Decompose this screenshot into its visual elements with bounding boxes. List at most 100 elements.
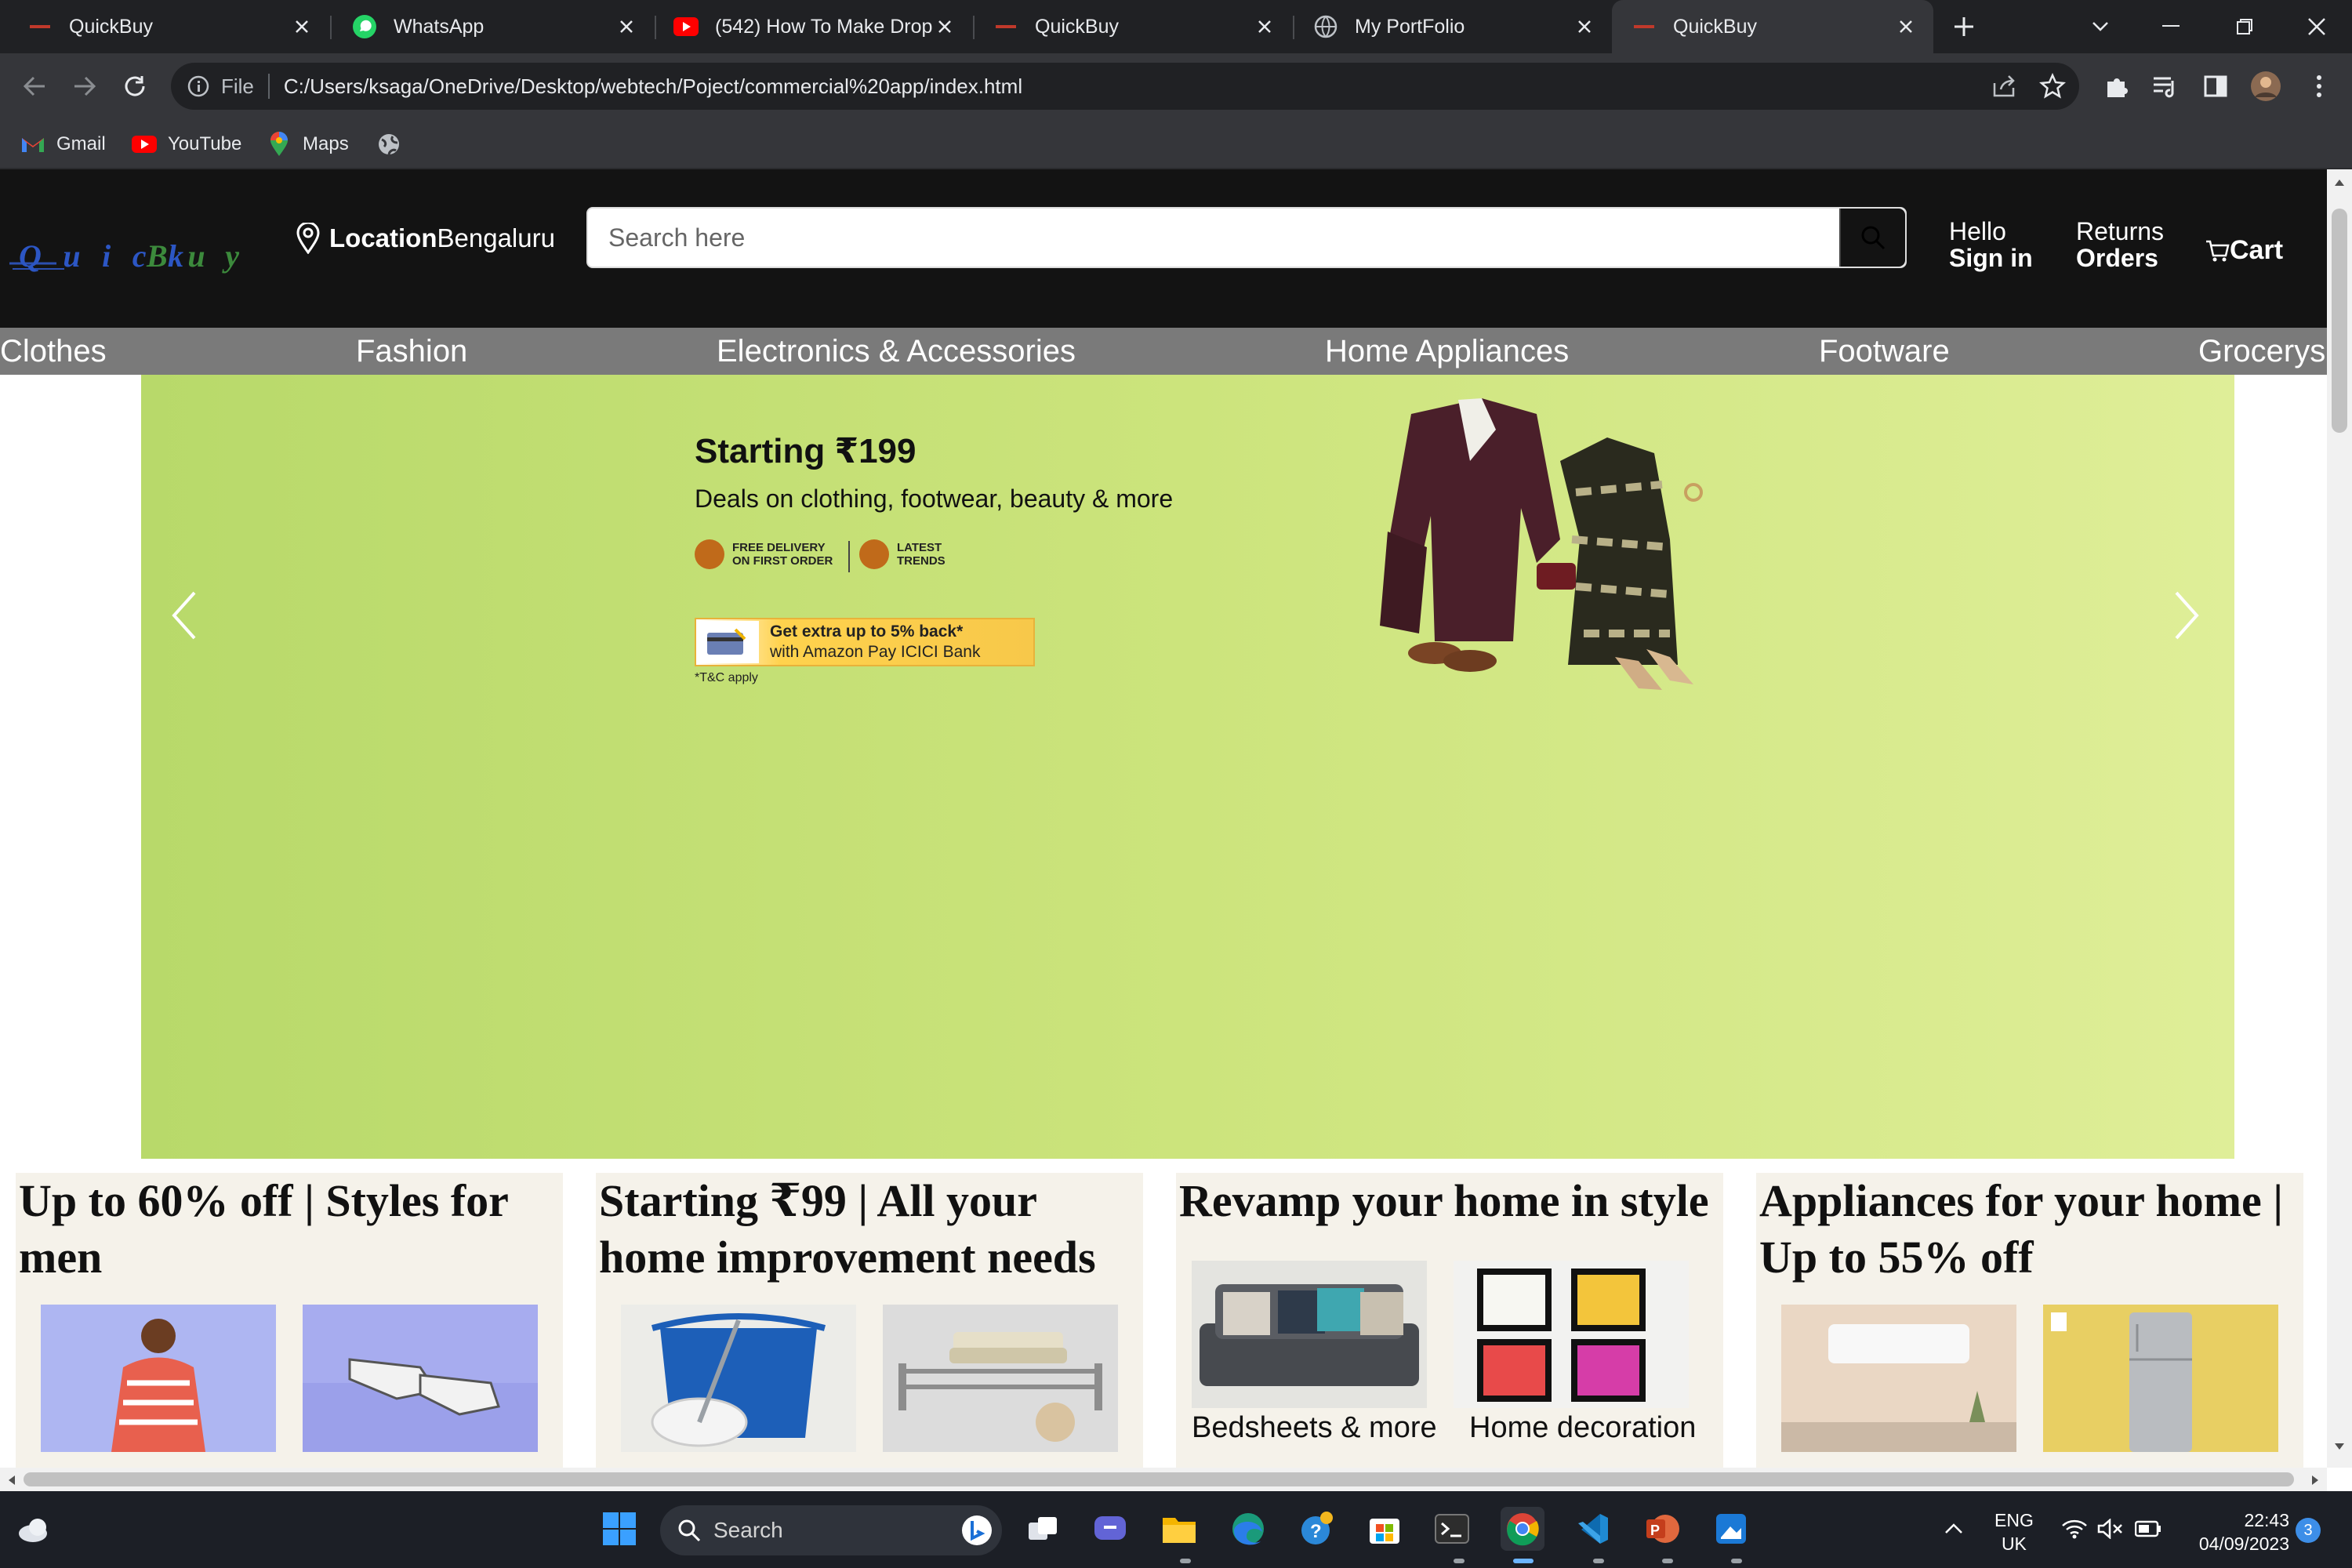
tab-search-chevron-icon[interactable] (2065, 0, 2136, 53)
product-thumb-sneakers[interactable] (303, 1305, 538, 1452)
trend-arrow-icon (859, 539, 889, 569)
tab-portfolio[interactable]: My PortFolio (1295, 0, 1612, 53)
offer-line-2: with Amazon Pay ICICI Bank (770, 643, 981, 661)
product-thumb-sofa-cushions[interactable] (1192, 1261, 1427, 1408)
scroll-up-arrow-icon[interactable] (2334, 179, 2345, 187)
edge-browser-icon[interactable] (1226, 1507, 1270, 1551)
product-thumb-mop-bucket[interactable] (621, 1305, 856, 1452)
bookmark-youtube[interactable]: YouTube (132, 130, 241, 158)
close-icon[interactable] (931, 13, 958, 40)
category-electronics[interactable]: Electronics & Accessories (717, 334, 1076, 369)
system-clock[interactable]: 22:43 04/09/2023 (2180, 1508, 2289, 1555)
side-panel-icon[interactable] (2200, 71, 2231, 102)
close-window-button[interactable] (2281, 0, 2352, 53)
minimize-button[interactable] (2136, 0, 2206, 53)
category-clothes[interactable]: Clothes (0, 334, 107, 369)
tab-youtube-video[interactable]: (542) How To Make Drop D (657, 0, 972, 53)
horizontal-scrollbar[interactable] (0, 1468, 2327, 1491)
url-text[interactable]: C:/Users/ksaga/OneDrive/Desktop/webtech/… (284, 74, 1022, 99)
tab-whatsapp[interactable]: WhatsApp (332, 0, 654, 53)
carousel-prev-chevron-icon[interactable] (160, 580, 207, 651)
horizontal-scroll-thumb[interactable] (24, 1472, 2294, 1486)
scroll-left-arrow-icon[interactable] (8, 1475, 16, 1486)
forward-arrow-icon[interactable] (64, 66, 105, 107)
task-view-icon[interactable] (1021, 1507, 1065, 1551)
deal-card-men-styles[interactable]: Up to 60% off | Styles for men (16, 1173, 563, 1468)
product-thumb-wall-frames[interactable] (1454, 1261, 1689, 1408)
terminal-icon[interactable] (1430, 1507, 1474, 1551)
profile-avatar-icon[interactable] (2250, 71, 2281, 102)
deal-card-home-decor[interactable]: Revamp your home in style Bedsheets & mo… (1176, 1173, 1723, 1468)
terms-note: *T&C apply (695, 671, 758, 684)
delivery-location[interactable]: Location Bengaluru (295, 223, 555, 254)
notification-count-badge[interactable]: 3 (2296, 1518, 2321, 1543)
search-button[interactable] (1839, 209, 1905, 267)
tab-quickbuy-2[interactable]: QuickBuy (975, 0, 1292, 53)
category-fashion[interactable]: Fashion (356, 334, 467, 369)
start-windows-icon[interactable] (597, 1507, 641, 1551)
back-arrow-icon[interactable] (14, 66, 55, 107)
battery-icon[interactable] (2126, 1507, 2170, 1551)
close-icon[interactable] (289, 13, 315, 40)
deal-card-appliances[interactable]: Appliances for your home | Up to 55% off (1756, 1173, 2303, 1468)
category-grocerys[interactable]: Grocerys (2198, 334, 2325, 369)
product-thumb-mens-shirt[interactable] (41, 1305, 276, 1452)
extensions-puzzle-icon[interactable] (2101, 71, 2132, 102)
media-queue-icon[interactable] (2150, 71, 2181, 102)
file-explorer-icon[interactable] (1157, 1507, 1201, 1551)
bookmark-star-icon[interactable] (2037, 71, 2068, 102)
product-thumb-air-conditioner[interactable] (1781, 1305, 2016, 1452)
location-value: Bengaluru (437, 223, 555, 252)
reload-icon[interactable] (114, 66, 155, 107)
photos-icon[interactable] (1709, 1507, 1753, 1551)
account-signin[interactable]: Hello Sign in (1949, 218, 2033, 271)
weather-icon[interactable] (13, 1507, 56, 1551)
close-icon[interactable] (1571, 13, 1598, 40)
vertical-scroll-thumb[interactable] (2332, 209, 2347, 433)
scroll-right-arrow-icon[interactable] (2311, 1475, 2319, 1486)
tab-quickbuy-active[interactable]: QuickBuy (1612, 0, 1933, 53)
site-search-input[interactable] (588, 209, 1839, 267)
cart-button[interactable]: Cart (2205, 235, 2283, 266)
close-icon[interactable] (1251, 13, 1278, 40)
menu-kebab-icon[interactable] (2303, 71, 2335, 102)
bookmark-globe[interactable] (376, 130, 412, 158)
chrome-icon[interactable] (1501, 1507, 1544, 1551)
active-app-indicator (1513, 1559, 1534, 1563)
vertical-scrollbar[interactable] (2327, 169, 2352, 1468)
info-icon[interactable] (187, 74, 210, 98)
bookmark-maps[interactable]: Maps (267, 130, 349, 158)
clock-date: 04/09/2023 (2198, 1534, 2289, 1554)
carousel-next-chevron-icon[interactable] (2164, 580, 2211, 651)
new-tab-button[interactable] (1929, 0, 1999, 53)
restore-button[interactable] (2209, 0, 2280, 53)
vscode-icon[interactable] (1571, 1507, 1615, 1551)
input-language-indicator[interactable]: ENG UK (1994, 1508, 2034, 1555)
latest-trends-badge: LATEST TRENDS (859, 539, 946, 569)
offer-line-1: Get extra up to 5% back* (770, 622, 964, 641)
browser-toolbar: File C:/Users/ksaga/OneDrive/Desktop/web… (0, 53, 2352, 119)
close-icon[interactable] (613, 13, 640, 40)
product-thumb-refrigerator[interactable] (2043, 1305, 2278, 1452)
product-thumb-towel-rack[interactable] (883, 1305, 1118, 1452)
close-icon[interactable] (1893, 13, 1919, 40)
bookmark-gmail[interactable]: Gmail (20, 130, 106, 158)
powerpoint-icon[interactable]: P (1640, 1507, 1684, 1551)
scroll-down-arrow-icon[interactable] (2334, 1443, 2345, 1450)
tray-overflow-chevron-icon[interactable] (1932, 1507, 1976, 1551)
language-code: ENG (1994, 1510, 2034, 1530)
category-home-appliances[interactable]: Home Appliances (1325, 334, 1569, 369)
returns-orders[interactable]: Returns Orders (2076, 218, 2164, 271)
item-label-home-decoration[interactable]: Home decoration (1469, 1411, 1696, 1445)
quickbuy-logo[interactable]: Quick Buy (9, 232, 245, 279)
taskbar-search-box[interactable]: Search (660, 1505, 1002, 1555)
deal-card-home-improvement[interactable]: Starting ₹99 | All your home improvement… (596, 1173, 1143, 1468)
get-help-icon[interactable]: ? (1295, 1507, 1339, 1551)
microsoft-store-icon[interactable] (1363, 1507, 1406, 1551)
address-bar[interactable]: File C:/Users/ksaga/OneDrive/Desktop/web… (171, 63, 2079, 110)
item-label-bedsheets[interactable]: Bedsheets & more (1192, 1411, 1437, 1445)
share-icon[interactable] (1988, 71, 2020, 102)
tab-quickbuy-1[interactable]: QuickBuy (0, 0, 329, 53)
teams-chat-icon[interactable] (1088, 1507, 1132, 1551)
category-footware[interactable]: Footware (1819, 334, 1950, 369)
